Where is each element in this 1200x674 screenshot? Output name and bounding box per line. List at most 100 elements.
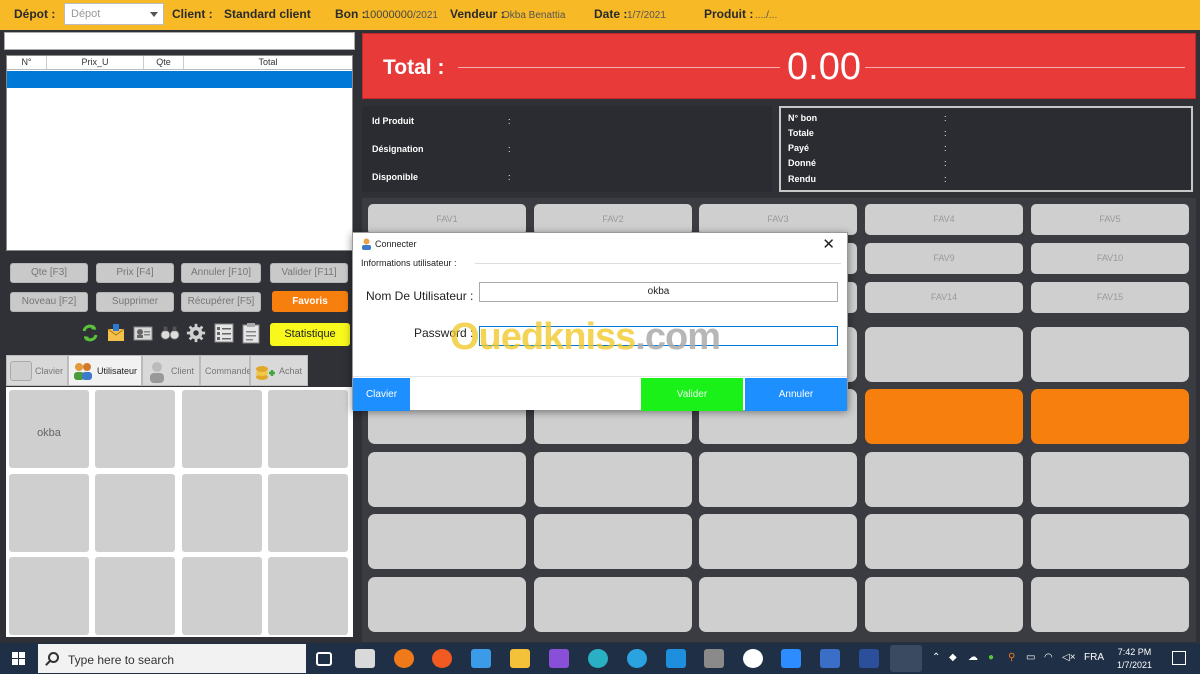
- dialog-valider-button[interactable]: Valider: [641, 378, 743, 411]
- supprimer-button[interactable]: Supprimer: [96, 292, 174, 312]
- fav-button-3[interactable]: FAV3: [699, 204, 857, 235]
- task-view-icon[interactable]: [316, 652, 332, 666]
- quick-pad[interactable]: [1031, 577, 1189, 632]
- fav-button-10[interactable]: FAV10: [1031, 243, 1189, 274]
- browser-icon[interactable]: [432, 649, 452, 668]
- search-app-icon[interactable]: [394, 649, 414, 668]
- quick-pad[interactable]: [865, 327, 1023, 382]
- fav-button-9[interactable]: FAV9: [865, 243, 1023, 274]
- system-clock[interactable]: 7:42 PM 1/7/2021: [1117, 646, 1152, 672]
- quick-pad[interactable]: [865, 577, 1023, 632]
- quick-pad[interactable]: [699, 514, 857, 569]
- list-icon[interactable]: [214, 322, 234, 344]
- fav-button-4[interactable]: FAV4: [865, 204, 1023, 235]
- mail-app-icon[interactable]: [471, 649, 491, 668]
- store-icon[interactable]: [355, 649, 375, 668]
- visual-studio-icon[interactable]: [549, 649, 569, 668]
- chevron-up-icon[interactable]: ⌃: [932, 652, 940, 663]
- mail-icon[interactable]: [106, 322, 126, 344]
- quick-pad-orange[interactable]: [865, 389, 1023, 444]
- user-tile-okba[interactable]: okba: [9, 390, 89, 468]
- telegram-icon[interactable]: [627, 649, 647, 668]
- quick-pad[interactable]: [534, 452, 692, 507]
- binoculars-icon[interactable]: [160, 322, 180, 344]
- notification-icon[interactable]: [1172, 651, 1186, 665]
- user-tile[interactable]: [182, 474, 262, 552]
- quick-pad[interactable]: [865, 452, 1023, 507]
- clipboard-icon[interactable]: [241, 322, 261, 344]
- fav-button-1[interactable]: FAV1: [368, 204, 526, 235]
- dropbox-icon[interactable]: ◆: [949, 652, 957, 663]
- recuperer-button[interactable]: Récupérer [F5]: [181, 292, 261, 312]
- settings-gear-icon[interactable]: [186, 322, 206, 344]
- quick-pad[interactable]: [699, 577, 857, 632]
- powershell-icon[interactable]: [859, 649, 879, 668]
- tools-icon[interactable]: [704, 649, 724, 668]
- username-field[interactable]: okba: [479, 282, 838, 302]
- network-icon[interactable]: ▭: [1026, 652, 1035, 663]
- user-tile[interactable]: [9, 557, 89, 635]
- close-icon[interactable]: ✕: [822, 235, 835, 253]
- table-row-selected[interactable]: [7, 71, 352, 88]
- quick-pad[interactable]: [699, 452, 857, 507]
- quick-pad[interactable]: [1031, 452, 1189, 507]
- valider-button[interactable]: Valider [F11]: [270, 263, 348, 283]
- tab-clavier[interactable]: Clavier: [6, 355, 68, 386]
- user-tile[interactable]: [268, 474, 348, 552]
- user-tile[interactable]: [95, 390, 175, 468]
- depot-select[interactable]: Dépot: [64, 3, 164, 25]
- tab-commande[interactable]: Commande: [200, 355, 252, 386]
- user-tile[interactable]: [95, 474, 175, 552]
- annuler-button[interactable]: Annuler [F10]: [181, 263, 261, 283]
- quick-pad[interactable]: [1031, 327, 1189, 382]
- sale-lines-table[interactable]: N° Prix_U Qte Total: [6, 55, 353, 251]
- quick-pad[interactable]: [534, 514, 692, 569]
- quick-pad[interactable]: [534, 577, 692, 632]
- fav-button-2[interactable]: FAV2: [534, 204, 692, 235]
- edge-icon[interactable]: [588, 649, 608, 668]
- vscode-icon[interactable]: [666, 649, 686, 668]
- quick-pad[interactable]: [368, 577, 526, 632]
- user-tile[interactable]: [9, 474, 89, 552]
- nouveau-button[interactable]: Noveau [F2]: [10, 292, 88, 312]
- file-explorer-icon[interactable]: [510, 649, 530, 668]
- fav-button-15[interactable]: FAV15: [1031, 282, 1189, 313]
- cloud-icon[interactable]: ☁: [968, 652, 978, 663]
- barcode-input[interactable]: [4, 32, 355, 50]
- volume-icon[interactable]: ◁×: [1062, 652, 1076, 663]
- fav-button-14[interactable]: FAV14: [865, 282, 1023, 313]
- key-icon[interactable]: ⚲: [1008, 652, 1015, 663]
- quick-pad[interactable]: [368, 514, 526, 569]
- total-banner: Total : 0.00: [362, 33, 1196, 99]
- fav-button-5[interactable]: FAV5: [1031, 204, 1189, 235]
- quick-pad[interactable]: [1031, 514, 1189, 569]
- user-tile[interactable]: [182, 390, 262, 468]
- language-indicator[interactable]: FRA: [1084, 652, 1104, 663]
- user-card-icon[interactable]: [133, 322, 153, 344]
- app-circle-icon[interactable]: [743, 649, 763, 668]
- zoom-icon[interactable]: [781, 649, 801, 668]
- qte-button[interactable]: Qte [F3]: [10, 263, 88, 283]
- windows-start-icon[interactable]: [12, 652, 25, 665]
- user-tile[interactable]: [268, 390, 348, 468]
- sync-icon[interactable]: ●: [988, 652, 994, 663]
- pos-app-active-icon[interactable]: [890, 645, 922, 672]
- tab-client[interactable]: Client: [142, 355, 200, 386]
- favoris-button[interactable]: Favoris: [272, 291, 348, 312]
- dialog-annuler-button[interactable]: Annuler: [745, 378, 847, 411]
- quick-pad[interactable]: [865, 514, 1023, 569]
- tab-achat[interactable]: Achat: [250, 355, 308, 386]
- user-tile[interactable]: [95, 557, 175, 635]
- user-tile[interactable]: [182, 557, 262, 635]
- clavier-button[interactable]: Clavier: [353, 378, 410, 411]
- quick-pad[interactable]: [368, 452, 526, 507]
- wifi-icon[interactable]: ◠: [1044, 652, 1053, 663]
- quick-pad-orange[interactable]: [1031, 389, 1189, 444]
- tab-utilisateur[interactable]: Utilisateur: [68, 355, 142, 386]
- user-tile[interactable]: [268, 557, 348, 635]
- taskbar-search[interactable]: Type here to search: [38, 644, 306, 673]
- refresh-icon[interactable]: [80, 322, 100, 344]
- statistique-button[interactable]: Statistique: [270, 323, 350, 346]
- chart-app-icon[interactable]: [820, 649, 840, 668]
- prix-button[interactable]: Prix [F4]: [96, 263, 174, 283]
